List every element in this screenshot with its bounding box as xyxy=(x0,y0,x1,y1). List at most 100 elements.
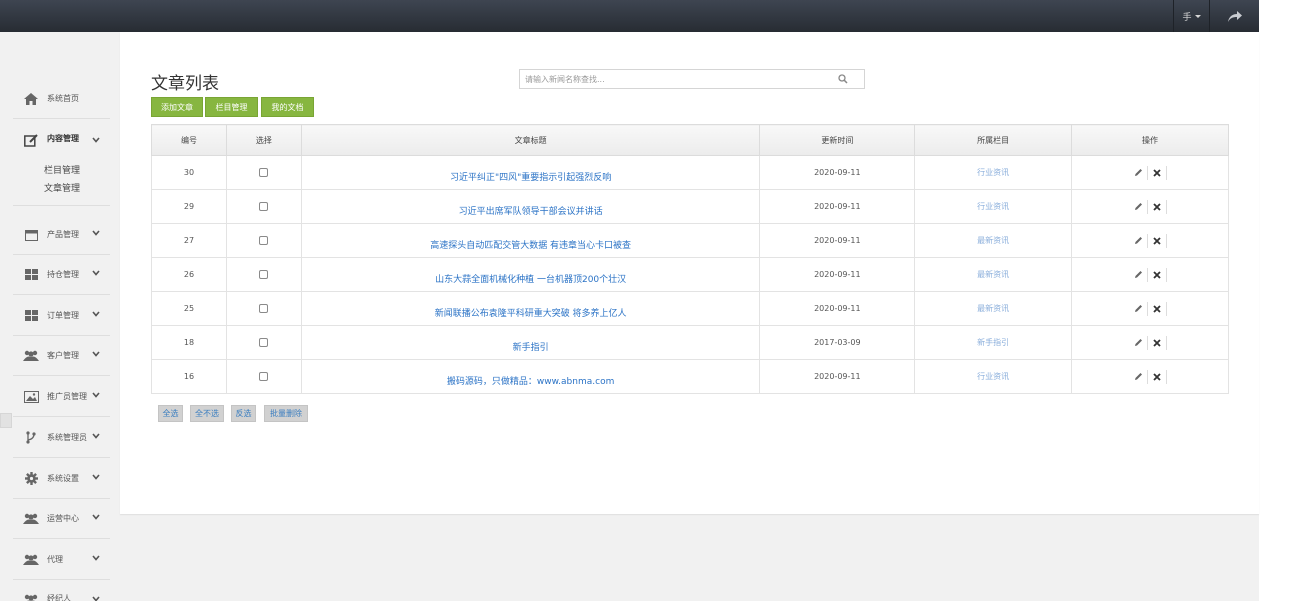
pencil-icon xyxy=(1134,305,1142,312)
row-checkbox[interactable] xyxy=(259,270,269,279)
table-row: 18 新手指引 2017-03-09 新手指引 xyxy=(151,325,1229,360)
delete-button[interactable] xyxy=(1150,166,1164,180)
cell-select xyxy=(225,155,302,190)
sidebar-item-operations[interactable]: 运营中心 xyxy=(13,499,110,539)
main-panel: 文章列表 添加文章 栏目管理 我的文档 编号 选择 文章标题 更新时间 所属栏目… xyxy=(120,32,1259,514)
select-none-button[interactable]: 全不选 xyxy=(190,405,224,422)
column-manage-button[interactable]: 栏目管理 xyxy=(205,97,258,117)
sidebar-item-home[interactable]: 系统首页 xyxy=(13,79,110,119)
edit-button[interactable] xyxy=(1131,234,1145,248)
bulk-delete-button[interactable]: 批量删除 xyxy=(264,405,308,422)
user-menu[interactable]: 手 xyxy=(1173,0,1210,32)
sidebar-item-positions[interactable]: 持仓管理 xyxy=(13,255,110,295)
divider xyxy=(1166,369,1168,384)
table-row: 29 习近平出席军队领导干部会议并讲话 2020-09-11 行业资讯 xyxy=(151,189,1229,224)
row-checkbox[interactable] xyxy=(259,168,269,177)
category-link[interactable]: 最新资讯 xyxy=(977,236,1009,245)
divider xyxy=(1147,165,1149,180)
sidebar-item-products[interactable]: 产品管理 xyxy=(13,215,110,255)
sidebar-item-brokers[interactable]: 经纪人 xyxy=(13,581,110,601)
table-row: 16 搬码源码，只做精品：www.abnma.com 2020-09-11 行业… xyxy=(151,359,1229,394)
divider xyxy=(1166,165,1168,180)
edit-button[interactable] xyxy=(1131,370,1145,384)
delete-button[interactable] xyxy=(1150,268,1164,282)
sidebar-item-customers[interactable]: 客户管理 xyxy=(13,336,110,376)
invert-select-button[interactable]: 反选 xyxy=(231,405,256,422)
col-header-title: 文章标题 xyxy=(300,124,761,156)
category-link[interactable]: 新手指引 xyxy=(977,338,1009,347)
article-title-link[interactable]: 习近平出席军队领导干部会议并讲话 xyxy=(459,207,603,217)
pencil-icon xyxy=(1134,373,1142,380)
delete-button[interactable] xyxy=(1150,336,1164,350)
edit-button[interactable] xyxy=(1131,166,1145,180)
category-link[interactable]: 行业资讯 xyxy=(977,168,1009,177)
cell-title: 新闻联播公布袁隆平科研重大突破 将多养上亿人 xyxy=(300,291,761,326)
edit-button[interactable] xyxy=(1131,200,1145,214)
picture-icon xyxy=(23,390,39,404)
article-title-link[interactable]: 高速探头自动匹配交管大数据 有违章当心卡口被查 xyxy=(430,241,631,251)
divider xyxy=(1166,233,1168,248)
edit-button[interactable] xyxy=(1131,302,1145,316)
row-checkbox[interactable] xyxy=(259,236,269,245)
top-navbar: 手 xyxy=(0,0,1259,32)
delete-button[interactable] xyxy=(1150,370,1164,384)
search-input[interactable] xyxy=(520,70,820,88)
cell-id: 16 xyxy=(151,359,227,394)
pencil-icon xyxy=(1134,271,1142,278)
cell-select xyxy=(225,257,302,292)
row-checkbox[interactable] xyxy=(259,202,269,211)
article-table: 编号 选择 文章标题 更新时间 所属栏目 操作 30 习近平纠正"四风"重要指示… xyxy=(151,124,1229,394)
sidebar-item-admins[interactable]: 系统管理员 xyxy=(13,418,110,458)
delete-button[interactable] xyxy=(1150,302,1164,316)
cell-category: 最新资讯 xyxy=(914,223,1073,258)
delete-button[interactable] xyxy=(1150,234,1164,248)
edit-button[interactable] xyxy=(1131,336,1145,350)
row-checkbox[interactable] xyxy=(259,304,269,313)
category-link[interactable]: 行业资讯 xyxy=(977,372,1009,381)
cell-select xyxy=(225,189,302,224)
category-link[interactable]: 最新资讯 xyxy=(977,304,1009,313)
category-link[interactable]: 行业资讯 xyxy=(977,202,1009,211)
article-title-link[interactable]: 习近平纠正"四风"重要指示引起强烈反响 xyxy=(450,173,611,183)
cell-select xyxy=(225,223,302,258)
category-link[interactable]: 最新资讯 xyxy=(977,270,1009,279)
cell-select xyxy=(225,359,302,394)
divider xyxy=(1166,199,1168,214)
delete-button[interactable] xyxy=(1150,200,1164,214)
sidebar-item-label: 客户管理 xyxy=(47,351,79,360)
home-icon xyxy=(23,92,39,106)
edit-button[interactable] xyxy=(1131,268,1145,282)
row-checkbox[interactable] xyxy=(259,372,269,381)
sidebar-item-label: 系统管理员 xyxy=(47,433,87,442)
cell-actions xyxy=(1071,257,1229,292)
cell-actions xyxy=(1071,189,1229,224)
cell-date: 2017-03-09 xyxy=(759,325,916,360)
search-icon[interactable] xyxy=(838,74,848,84)
sidebar-item-orders[interactable]: 订单管理 xyxy=(13,296,110,336)
add-article-button[interactable]: 添加文章 xyxy=(151,97,203,117)
article-title-link[interactable]: 新闻联播公布袁隆平科研重大突破 将多养上亿人 xyxy=(435,309,627,319)
close-icon xyxy=(1153,270,1161,279)
cell-id: 26 xyxy=(151,257,227,292)
my-docs-button[interactable]: 我的文档 xyxy=(261,97,314,117)
row-checkbox[interactable] xyxy=(259,338,269,347)
sidebar-item-label: 持仓管理 xyxy=(47,270,79,279)
user-menu-label: 手 xyxy=(1182,12,1192,23)
share-button[interactable] xyxy=(1210,0,1259,32)
share-icon xyxy=(1227,10,1242,22)
sub-item-articles[interactable]: 文章管理 xyxy=(44,181,80,194)
sub-item-columns[interactable]: 栏目管理 xyxy=(44,163,80,176)
select-all-button[interactable]: 全选 xyxy=(158,405,183,422)
chevron-down-icon xyxy=(92,514,100,520)
sidebar-item-promoters[interactable]: 推广员管理 xyxy=(13,377,110,417)
sidebar-item-settings[interactable]: 系统设置 xyxy=(13,459,110,499)
chevron-down-icon xyxy=(92,392,100,398)
article-title-link[interactable]: 山东大蒜全面机械化种植 一台机器顶200个壮汉 xyxy=(435,275,626,285)
sidebar-item-agents[interactable]: 代理 xyxy=(13,540,110,580)
sidebar-item-label: 产品管理 xyxy=(47,230,79,239)
article-title-link[interactable]: 搬码源码，只做精品：www.abnma.com xyxy=(447,377,614,387)
users-icon xyxy=(23,349,39,363)
sidebar-collapse-handle[interactable] xyxy=(0,413,12,428)
cell-category: 行业资讯 xyxy=(914,189,1073,224)
article-title-link[interactable]: 新手指引 xyxy=(513,343,549,353)
